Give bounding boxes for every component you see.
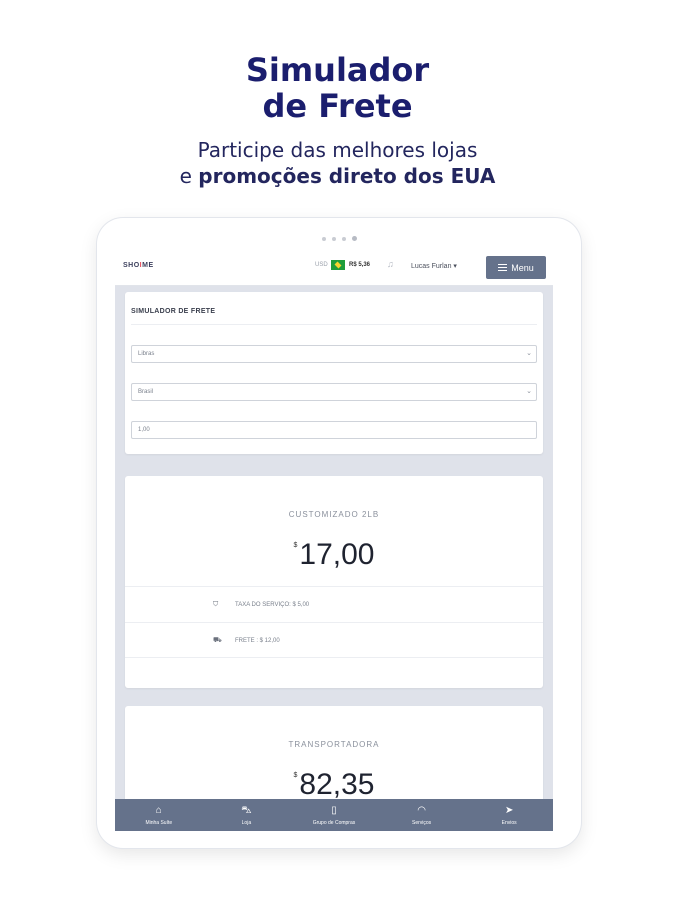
nav-label: Serviços [411,819,432,826]
logo[interactable]: SHOIME [123,262,154,269]
result-price: $17,00 [125,538,543,572]
app-screen: SHOIME USD R$ 5,36 ♫ Lucas Furlan ▾ Menu… [115,248,553,831]
cart-icon: ⛍ [241,804,252,816]
divider [125,622,543,623]
promo-title-line1: Simulador [245,51,430,89]
price-value: 82,35 [299,768,375,801]
form-title: SIMULADOR DE FRETE [131,308,216,315]
result-price: $82,35 [125,768,543,802]
bottom-nav: ⌂ Minha Suíte ⛍ Loja ▯ Grupo de Compras … [115,799,553,831]
nav-label: Minha Suíte [145,819,173,826]
service-fee-row: ⛉ TAXA DO SERVIÇO: $ 5,00 [213,601,309,609]
headset-icon: ◠ [417,804,426,816]
menu-button[interactable]: Menu [486,256,546,279]
unit-select[interactable]: Libras ⌄ [131,345,537,363]
truck-icon: ⛟ [213,637,222,644]
nav-label: Envios [501,819,517,826]
country-select[interactable]: Brasil ⌄ [131,383,537,401]
nav-item-minha-suite[interactable]: ⌂ Minha Suíte [124,805,194,826]
divider [125,586,543,587]
currency-label: USD [315,262,328,268]
freight-text: FRETE : $ 12,00 [235,638,280,644]
top-bar: SHOIME USD R$ 5,36 ♫ Lucas Furlan ▾ Menu [115,248,553,286]
clipboard-icon: ▯ [331,804,337,816]
brazil-flag-icon [331,260,345,270]
camera-dots [97,228,581,246]
promo-title-line2: de Frete [262,87,413,125]
nav-item-servicos[interactable]: ◠ Serviços [387,805,457,826]
price-value: 17,00 [299,538,375,571]
result-title: CUSTOMIZADO 2LB [288,510,380,519]
divider [125,657,543,658]
chevron-down-icon: ⌄ [526,350,532,357]
hamburger-icon [498,264,508,271]
weight-input[interactable]: 1,00 [131,421,537,439]
promo-subtitle-prefix: e [179,164,199,188]
menu-button-label: Menu [511,262,534,273]
bag-icon: ⌂ [155,804,162,816]
country-select-value: Brasil [138,389,154,395]
nav-item-envios[interactable]: ➤ Envios [474,805,544,826]
freight-form-card: SIMULADOR DE FRETE Libras ⌄ Brasil ⌄ 1,0… [125,292,543,454]
promo-subtitle: Participe das melhores lojas e promoções… [0,137,675,189]
weight-input-value: 1,00 [138,427,150,433]
shield-icon: ⛉ [213,601,219,608]
bell-icon[interactable]: ♫ [387,260,395,269]
promo-subtitle-line2: e promoções direto dos EUA [0,163,675,189]
result-title: TRANSPORTADORA [288,740,380,749]
user-menu[interactable]: Lucas Furlan ▾ [411,262,457,270]
divider [131,324,537,325]
freight-row: ⛟ FRETE : $ 12,00 [213,636,280,645]
promo-subtitle-line1: Participe das melhores lojas [197,138,478,162]
nav-label: Grupo de Compras [312,819,356,826]
result-card: CUSTOMIZADO 2LB $17,00 ⛉ TAXA DO SERVIÇO:… [125,476,543,688]
currency-symbol: $ [293,772,298,779]
chevron-down-icon: ⌄ [526,388,532,395]
nav-item-grupo-de-compras[interactable]: ▯ Grupo de Compras [299,805,369,826]
unit-select-value: Libras [138,351,155,357]
promo-subtitle-strong: promoções direto dos EUA [198,164,496,188]
currency-symbol: $ [293,542,298,549]
nav-label: Loja [241,819,252,826]
promo-title: Simulador de Frete [0,52,675,124]
send-icon: ➤ [504,804,514,816]
nav-item-loja[interactable]: ⛍ Loja [211,805,281,826]
exchange-rate: R$ 5,36 [349,262,371,268]
service-fee-text: TAXA DO SERVIÇO: $ 5,00 [235,602,310,608]
